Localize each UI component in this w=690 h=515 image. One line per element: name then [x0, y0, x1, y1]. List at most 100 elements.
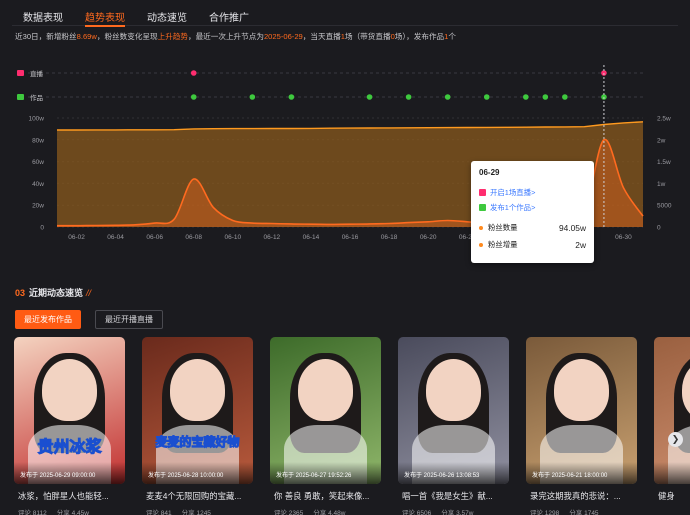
recent-live-button[interactable]: 最近开播直播 — [95, 310, 163, 329]
y-right-tick: 5000 — [657, 203, 672, 210]
work-title[interactable]: 你 善良 勇敢，笑起来像... — [274, 490, 384, 502]
share-count: 分享 4.45w — [56, 510, 89, 515]
event-marker — [444, 94, 451, 100]
live-icon — [479, 189, 486, 196]
y-left-tick: 0 — [40, 225, 44, 232]
comment-count: 评论 8112 — [18, 510, 47, 515]
work-title[interactable]: 录完这期我真的悲说：... — [530, 490, 640, 502]
work-thumbnail[interactable]: 发布于 2025-06-21 18:00:00 — [526, 337, 637, 484]
publish-time: 发布于 2025-06-26 13:08:53 — [404, 473, 480, 479]
summary-trend: 上升趋势 — [157, 32, 188, 41]
event-marker — [523, 94, 529, 100]
tooltip-fans-label: 粉丝数量 — [479, 222, 518, 233]
trend-tabs: 数据表现 趋势表现 动态速览 合作推广 — [12, 4, 678, 27]
event-marker — [483, 94, 490, 100]
work-thumbnail[interactable]: 发布于 2025-06-26 13:08:53 — [398, 337, 509, 484]
x-tick-label: 06-06 — [146, 234, 163, 241]
work-card[interactable]: 麦麦的宝藏好物 发布于 2025-06-28 10:00:00 麦麦4个无限回购的宝… — [142, 337, 253, 515]
tab-cooperation[interactable]: 合作推广 — [198, 4, 260, 26]
x-tick-label: 06-20 — [420, 234, 437, 241]
summary-text: 场），发布作品 — [394, 32, 445, 41]
work-title[interactable]: 冰浆，怕胖星人也能轻... — [18, 490, 128, 502]
next-arrow-icon[interactable]: ❯ — [668, 432, 683, 447]
work-card[interactable]: 发布于 2025-06-27 19:52:26 你 善良 勇敢，笑起来像... 评论… — [270, 337, 381, 515]
tooltip-fans-label-text: 粉丝数量 — [488, 223, 518, 232]
portrait-image — [42, 359, 97, 421]
work-thumbnail[interactable]: 发布于 2025-06-27 19:52:26 — [270, 337, 381, 484]
work-title[interactable]: 健身 — [658, 490, 690, 502]
work-card[interactable]: 健身 — [654, 337, 690, 515]
y-right-tick: 1w — [657, 181, 666, 188]
portrait-image — [298, 359, 353, 421]
share-count: 分享 1245 — [181, 510, 211, 515]
tooltip-live-row[interactable]: 开启1场直播> — [479, 185, 586, 200]
comment-count: 评论 6506 — [402, 510, 432, 515]
y-left-tick: 100w — [28, 116, 44, 123]
thumbnail-caption: 贵州冰浆 — [37, 439, 102, 457]
recent-works-list: 贵州冰浆发布于 2025-06-29 09:00:00 冰浆，怕胖星人也能轻...… — [14, 337, 690, 515]
event-marker — [405, 94, 412, 100]
thumbnail-caption: 麦麦的宝藏好物 — [155, 435, 240, 450]
work-thumbnail[interactable]: 麦麦的宝藏好物 发布于 2025-06-28 10:00:00 — [142, 337, 253, 484]
tooltip-works-link[interactable]: 发布1个作品> — [490, 202, 535, 213]
section-decoration: // — [86, 288, 92, 298]
event-row-label: 作品 — [30, 93, 43, 102]
summary-fans-added: 8.69w — [76, 32, 97, 41]
y-right-tick: 1.5w — [657, 159, 671, 166]
works-icon — [17, 94, 24, 100]
publish-time: 发布于 2025-06-29 09:00:00 — [20, 473, 96, 479]
summary-text: ，当天直播 — [302, 32, 341, 41]
summary-last-date: 2025-06-29 — [263, 32, 303, 41]
summary-text: 场（带货直播 — [345, 32, 391, 41]
x-tick-label: 06-12 — [264, 234, 281, 241]
series-dot-icon — [479, 226, 483, 230]
tab-trend-performance[interactable]: 趋势表现 — [74, 4, 136, 27]
work-thumbnail[interactable] — [654, 337, 690, 484]
section-number: 03 — [15, 288, 26, 298]
work-stats: 评论 1298 分享 1745 — [530, 507, 599, 515]
event-marker — [562, 94, 568, 100]
comment-count: 评论 841 — [146, 510, 172, 515]
tab-data-performance[interactable]: 数据表现 — [12, 4, 74, 26]
trend-summary: 近30日，新增粉丝8.69w，粉丝数变化呈现上升趋势，最近一次上升节点为2025… — [15, 31, 456, 42]
publish-time: 发布于 2025-06-21 18:00:00 — [532, 473, 608, 479]
portrait-image — [554, 359, 609, 421]
work-card[interactable]: 贵州冰浆发布于 2025-06-29 09:00:00 冰浆，怕胖星人也能轻...… — [14, 337, 125, 515]
x-tick-label: 06-04 — [107, 234, 124, 241]
recent-works-button[interactable]: 最近发布作品 — [15, 310, 81, 329]
y-left-tick: 40w — [32, 181, 44, 188]
event-marker — [190, 70, 197, 76]
summary-text: ，最近一次上升节点为 — [188, 32, 264, 41]
tooltip-increase-label-text: 粉丝增量 — [488, 240, 518, 249]
y-right-tick: 0 — [657, 225, 661, 232]
publish-time: 发布于 2025-06-27 19:52:26 — [276, 473, 352, 479]
tooltip-increase-value: 2w — [575, 239, 586, 250]
tooltip-works-row[interactable]: 发布1个作品> — [479, 200, 586, 215]
work-stats: 评论 841 分享 1245 — [146, 507, 211, 515]
x-tick-label: 06-16 — [342, 234, 359, 241]
summary-text: 近30日，新增粉丝 — [15, 32, 77, 41]
share-count: 分享 4.48w — [313, 510, 346, 515]
event-marker — [249, 94, 256, 100]
x-tick-label: 06-18 — [381, 234, 398, 241]
event-row-label: 直播 — [30, 69, 44, 78]
work-stats: 评论 6506 分享 3.57w — [402, 507, 473, 515]
work-card[interactable]: 发布于 2025-06-26 13:08:53 唱一首《我是女生》献... 评论 6… — [398, 337, 509, 515]
works-icon — [479, 204, 486, 211]
tooltip-increase-row: 粉丝增量 2w — [479, 236, 586, 253]
x-tick-label: 06-14 — [303, 234, 320, 241]
tooltip-fans-value: 94.05w — [558, 222, 586, 233]
tab-activity-overview[interactable]: 动态速览 — [136, 4, 198, 26]
y-right-tick: 2.5w — [657, 116, 671, 123]
tooltip-live-link[interactable]: 开启1场直播> — [490, 187, 535, 198]
work-card[interactable]: 发布于 2025-06-21 18:00:00 录完这期我真的悲说：... 评论 1… — [526, 337, 637, 515]
y-right-tick: 2w — [657, 137, 666, 144]
event-marker — [190, 94, 197, 100]
work-title[interactable]: 麦麦4个无限回购的宝藏... — [146, 490, 256, 502]
section-title: 03 近期动态速览// — [15, 286, 91, 299]
share-count: 分享 3.57w — [441, 510, 474, 515]
comment-count: 评论 2365 — [274, 510, 304, 515]
work-thumbnail[interactable]: 贵州冰浆发布于 2025-06-29 09:00:00 — [14, 337, 125, 484]
work-stats: 评论 8112 分享 4.45w — [18, 507, 89, 515]
work-title[interactable]: 唱一首《我是女生》献... — [402, 490, 512, 502]
